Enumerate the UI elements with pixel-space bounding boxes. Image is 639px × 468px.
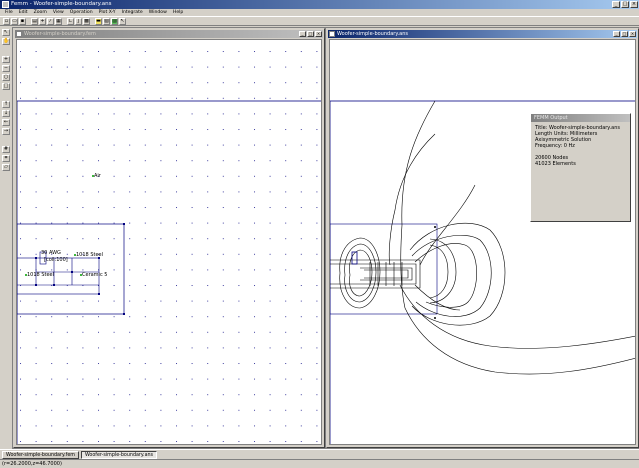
preprocessor-title: Woofer-simple-boundary.fem xyxy=(24,31,96,37)
smooth-icon[interactable]: ▧ xyxy=(103,17,110,25)
menu-edit[interactable]: Edit xyxy=(16,9,31,16)
close-button[interactable]: × xyxy=(630,1,638,8)
xy-plot-icon[interactable]: ∟ xyxy=(67,17,74,25)
minimize-button[interactable]: _ xyxy=(612,1,620,8)
down-icon[interactable]: ↓ xyxy=(2,110,10,117)
task-postprocessor[interactable]: Woofer-simple-boundary.ans xyxy=(80,450,158,459)
menu-file[interactable]: File xyxy=(2,9,16,16)
child-minimize-button[interactable]: _ xyxy=(299,31,306,37)
left-icon[interactable]: ← xyxy=(2,119,10,126)
preprocessor-window[interactable]: Woofer-simple-boundary.fem _ □ × Air 30 … xyxy=(13,28,325,448)
select-icon[interactable]: ↖ xyxy=(2,29,10,36)
coordinate-readout: (r=26.2000,z=46.7000) xyxy=(2,461,62,467)
save-icon[interactable]: ▪ xyxy=(19,17,26,25)
postprocessor-window[interactable]: Woofer-simple-boundary.ans _ □ × xyxy=(326,28,639,448)
area-icon[interactable]: ▦ xyxy=(55,17,62,25)
zoom-in-icon[interactable]: + xyxy=(2,56,10,63)
vector-icon[interactable]: ▬ xyxy=(95,17,102,25)
pointer-icon[interactable]: ↖ xyxy=(119,17,126,25)
grid-icon[interactable]: # xyxy=(2,146,10,153)
child-minimize-button[interactable]: _ xyxy=(613,31,620,37)
new-icon[interactable]: ▫ xyxy=(3,17,10,25)
preprocessor-canvas[interactable]: Air 30 AWG [coil:100] 1018 Steel 1018 St… xyxy=(16,39,322,445)
maximize-button[interactable]: □ xyxy=(621,1,629,8)
document-icon xyxy=(329,31,335,37)
main-toolbar: ▫ ▭ ▪ ▤ + ⁄ ▦ ∟ ∫ ▩ ▬ ▧ ▨ ↖ xyxy=(0,16,639,26)
label-coil[interactable]: [coil:100] xyxy=(44,257,68,263)
menu-integrate[interactable]: Integrate xyxy=(119,9,146,16)
postprocessor-canvas[interactable] xyxy=(329,39,636,445)
menu-bar: File Edit Zoom View Operation Plot X-Y I… xyxy=(0,9,639,16)
app-title-bar: Femm - Woofer-simple-boundary.ans _ □ × xyxy=(0,0,639,9)
preprocessor-title-bar[interactable]: Woofer-simple-boundary.fem _ □ × xyxy=(15,30,323,38)
zoom-natural-icon[interactable]: ○ xyxy=(2,74,10,81)
pan-icon[interactable]: ✋ xyxy=(2,38,10,45)
label-30-awg[interactable]: 30 AWG xyxy=(41,250,61,256)
print-icon[interactable]: ▤ xyxy=(31,17,38,25)
app-title: Femm - Woofer-simple-boundary.ans xyxy=(11,1,112,7)
output-elements: 41023 Elements xyxy=(535,161,576,167)
child-close-button[interactable]: × xyxy=(315,31,322,37)
show-mesh-icon[interactable]: ▱ xyxy=(2,164,10,171)
point-mode-icon[interactable]: + xyxy=(39,17,46,25)
label-steel-left[interactable]: 1018 Steel xyxy=(27,272,54,278)
window-taskbar: Woofer-simple-boundary.fem Woofer-simple… xyxy=(0,449,639,459)
view-toolbar: ↖ ✋ + − ○ □ ↑ ↓ ← → # ⌗ ▱ xyxy=(0,27,13,457)
task-preprocessor[interactable]: Woofer-simple-boundary.fem xyxy=(2,450,79,459)
label-ceramic[interactable]: Ceramic 5 xyxy=(82,272,107,278)
label-steel-top[interactable]: 1018 Steel xyxy=(76,252,103,258)
femm-output-dialog[interactable]: FEMM Output Title: Woofer-simple-boundar… xyxy=(530,113,631,222)
femm-application: Femm - Woofer-simple-boundary.ans _ □ × … xyxy=(0,0,639,468)
right-icon[interactable]: → xyxy=(2,128,10,135)
status-bar: (r=26.2000,z=46.7000) xyxy=(0,459,639,468)
up-icon[interactable]: ↑ xyxy=(2,101,10,108)
zoom-window-icon[interactable]: □ xyxy=(2,83,10,90)
density-icon[interactable]: ▩ xyxy=(83,17,90,25)
contour-icon[interactable]: ⁄ xyxy=(47,17,54,25)
zoom-out-icon[interactable]: − xyxy=(2,65,10,72)
postprocessor-title-bar[interactable]: Woofer-simple-boundary.ans _ □ × xyxy=(328,30,637,38)
menu-window[interactable]: Window xyxy=(146,9,170,16)
menu-zoom[interactable]: Zoom xyxy=(31,9,50,16)
output-title[interactable]: FEMM Output xyxy=(531,114,630,122)
menu-plot-xy[interactable]: Plot X-Y xyxy=(96,9,119,16)
menu-view[interactable]: View xyxy=(50,9,67,16)
child-maximize-button[interactable]: □ xyxy=(621,31,628,37)
menu-help[interactable]: Help xyxy=(170,9,186,16)
open-icon[interactable]: ▭ xyxy=(11,17,18,25)
app-icon xyxy=(2,1,9,8)
mdi-workspace: Woofer-simple-boundary.fem _ □ × Air 30 … xyxy=(13,27,639,449)
label-air[interactable]: Air xyxy=(94,173,102,179)
mesh-icon[interactable]: ▨ xyxy=(111,17,118,25)
integrate-icon[interactable]: ∫ xyxy=(75,17,82,25)
child-maximize-button[interactable]: □ xyxy=(307,31,314,37)
postprocessor-title: Woofer-simple-boundary.ans xyxy=(337,31,408,37)
child-close-button[interactable]: × xyxy=(629,31,636,37)
menu-operation[interactable]: Operation xyxy=(67,9,96,16)
document-icon xyxy=(16,31,22,37)
snap-icon[interactable]: ⌗ xyxy=(2,155,10,162)
